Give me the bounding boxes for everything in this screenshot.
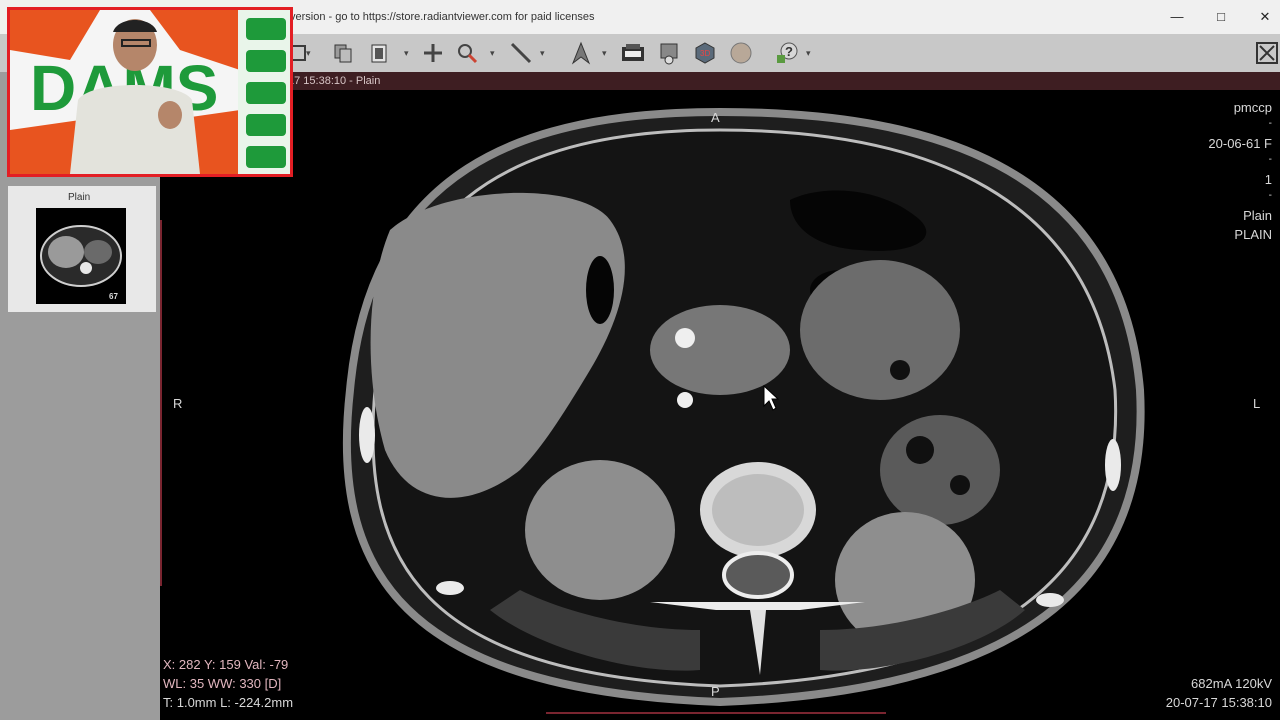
zoom-dropdown-arrow[interactable]: ▾ (490, 48, 495, 59)
study-description: PLAIN (1234, 227, 1272, 242)
orientation-left: L (1253, 396, 1261, 411)
exposure-params: 682mA 120kV (1191, 676, 1272, 691)
help-dropdown-arrow[interactable]: ▾ (806, 48, 811, 59)
series-info-text: 17 15:38:10 - Plain (288, 75, 381, 87)
separator-2: - (1268, 154, 1272, 165)
webcam-overlay: DAMS (7, 7, 293, 177)
acquisition-datetime: 20-07-17 15:38:10 (1165, 695, 1272, 710)
series-icon[interactable] (366, 40, 392, 66)
measure-dropdown-arrow[interactable]: ▾ (540, 48, 545, 59)
measure-icon[interactable] (508, 40, 534, 66)
fusion-icon[interactable] (728, 40, 754, 66)
orientation-anterior: A (711, 110, 720, 125)
ct-axial-slice (342, 107, 1145, 707)
zoom-icon[interactable] (454, 40, 480, 66)
mpr-icon[interactable] (656, 40, 682, 66)
thumbnail-image[interactable] (36, 208, 126, 304)
ct-image-viewport[interactable] (160, 90, 1280, 720)
slice-thickness-location: T: 1.0mm L: -224.2mm (163, 695, 294, 710)
svg-text:3D: 3D (700, 49, 710, 58)
vertical-ruler (160, 220, 162, 586)
separator-1: - (1268, 118, 1272, 129)
maximize-button[interactable]: □ (1204, 6, 1238, 28)
svg-text:?: ? (785, 44, 793, 59)
thumbnail-label: Plain (68, 192, 91, 203)
patient-dob-sex: 20-06-61 F (1208, 136, 1272, 151)
series-number: 1 (1264, 172, 1272, 187)
separator-3: - (1268, 190, 1272, 201)
thumbnail-image-count: 67 (109, 292, 118, 301)
window-title: version - go to https://store.radiantvie… (290, 11, 595, 23)
series-dropdown-arrow[interactable]: ▾ (404, 48, 409, 59)
layout-dropdown-arrow[interactable]: ▾ (306, 48, 311, 59)
fullscreen-icon[interactable] (1254, 40, 1280, 66)
horizontal-ruler (546, 712, 886, 714)
help-icon[interactable]: ? (774, 40, 800, 66)
patient-id: pmccp (1233, 100, 1272, 115)
close-button[interactable]: ✕ (1248, 6, 1280, 28)
window-level-readout: WL: 35 WW: 330 [D] (163, 676, 282, 691)
export-icon[interactable] (620, 40, 646, 66)
orientation-posterior: P (711, 684, 720, 699)
adjust-icon[interactable] (568, 40, 594, 66)
adjust-dropdown-arrow[interactable]: ▾ (602, 48, 607, 59)
orientation-right: R (173, 396, 183, 411)
3d-icon[interactable]: 3D (692, 40, 718, 66)
copy-icon[interactable] (330, 40, 356, 66)
crosshair-icon[interactable] (420, 40, 446, 66)
pixel-value-readout: X: 282 Y: 159 Val: -79 (163, 657, 289, 672)
series-description: Plain (1243, 208, 1272, 223)
minimize-button[interactable]: — (1160, 6, 1194, 28)
